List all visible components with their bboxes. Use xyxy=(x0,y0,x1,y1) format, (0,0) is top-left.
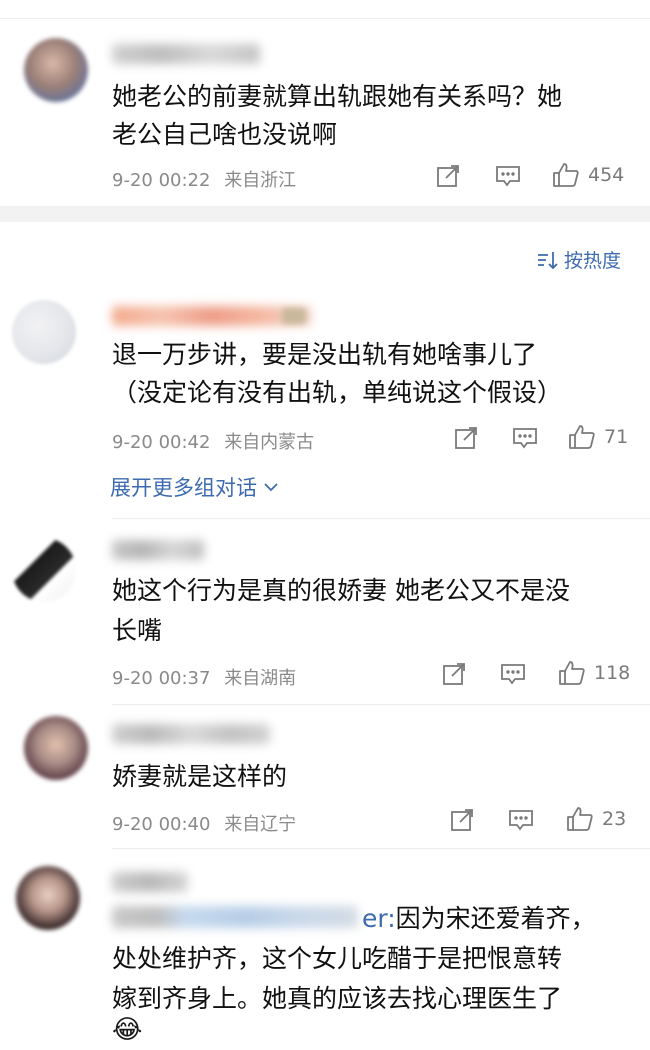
mention-blurred[interactable] xyxy=(112,906,358,928)
share-icon xyxy=(450,808,474,832)
comment-date: 9-20 00:40 xyxy=(112,814,211,835)
comment-meta: 9-20 00:37 来自湖南 xyxy=(112,664,296,690)
like-count: 23 xyxy=(602,808,627,830)
chevron-down-icon xyxy=(263,481,279,493)
avatar[interactable] xyxy=(24,38,88,102)
comment-location: 来自浙江 xyxy=(224,170,297,191)
divider xyxy=(112,848,650,849)
user-badge xyxy=(282,308,306,324)
username-blurred[interactable] xyxy=(112,872,188,892)
comment-date: 9-20 00:22 xyxy=(112,170,211,191)
like-button[interactable]: 23 xyxy=(566,806,626,832)
comment-text-line-1: er:因为宋还爱着齐， xyxy=(362,900,596,938)
like-count: 454 xyxy=(588,164,625,186)
comment-text-line-1: 退一万步讲，要是没出轨有她啥事儿了 xyxy=(112,340,538,369)
expand-label: 展开更多组对话 xyxy=(110,476,257,500)
comment-text-line-2: 长嘴 xyxy=(112,616,163,645)
comment-icon xyxy=(508,808,534,832)
comment-icon xyxy=(495,164,521,188)
reply-button[interactable] xyxy=(508,808,534,832)
thumbs-up-icon xyxy=(558,660,586,686)
share-icon xyxy=(436,164,460,188)
sort-icon xyxy=(536,249,558,271)
comment-date: 9-20 00:42 xyxy=(112,432,211,453)
laughing-emoji: 😂 xyxy=(112,1015,143,1045)
comment-text-line-1: 娇妻就是这样的 xyxy=(112,762,288,791)
comment-location: 来自湖南 xyxy=(224,668,297,689)
comment-icon xyxy=(512,426,538,450)
divider xyxy=(112,518,650,519)
comment-location: 来自辽宁 xyxy=(224,814,297,835)
top-divider xyxy=(0,18,650,19)
like-count: 118 xyxy=(594,662,631,684)
reply-button[interactable] xyxy=(495,164,521,188)
comment-meta: 9-20 00:40 来自辽宁 xyxy=(112,810,296,836)
comment-location: 来自内蒙古 xyxy=(224,432,315,453)
avatar[interactable] xyxy=(12,538,76,602)
like-button[interactable]: 71 xyxy=(568,424,628,450)
username-blurred[interactable] xyxy=(112,540,204,560)
comment-date: 9-20 00:37 xyxy=(112,668,211,689)
section-gap xyxy=(0,206,650,222)
reply-button[interactable] xyxy=(500,662,526,686)
comment-text-line-2: 处处维护齐，这个女儿吃醋于是把恨意转 xyxy=(112,944,563,973)
comment-meta: 9-20 00:22 来自浙江 xyxy=(112,166,296,192)
thumbs-up-icon xyxy=(552,162,580,188)
share-button[interactable] xyxy=(442,662,466,686)
comment-text-line-3: 嫁到齐身上。她真的应该去找心理医生了 xyxy=(112,984,563,1013)
comment-text-line-2: 老公自己啥也没说啊 xyxy=(112,120,338,149)
like-button[interactable]: 118 xyxy=(558,660,630,686)
comment-meta: 9-20 00:42 来自内蒙古 xyxy=(112,428,314,454)
share-button[interactable] xyxy=(450,808,474,832)
sort-label: 按热度 xyxy=(564,250,622,272)
avatar[interactable] xyxy=(24,716,88,780)
share-icon xyxy=(454,426,478,450)
sort-toggle[interactable]: 按热度 xyxy=(536,246,621,273)
comment-text-line-2: （没定论有没有出轨，单纯说这个假设） xyxy=(112,378,563,407)
thumbs-up-icon xyxy=(568,424,596,450)
comment-icon xyxy=(500,662,526,686)
share-button[interactable] xyxy=(454,426,478,450)
comment-text-segment: 因为宋还爱着齐， xyxy=(395,904,596,933)
username-blurred[interactable] xyxy=(112,724,270,744)
thumbs-up-icon xyxy=(566,806,594,832)
comment-text-line-1: 她这个行为是真的很娇妻 她老公又不是没 xyxy=(112,576,570,605)
like-count: 71 xyxy=(604,426,629,448)
comment-text-line-1: 她老公的前妻就算出轨跟她有关系吗？她 xyxy=(112,82,563,111)
share-button[interactable] xyxy=(436,164,460,188)
avatar[interactable] xyxy=(12,300,76,364)
divider xyxy=(112,704,650,705)
expand-conversation-link[interactable]: 展开更多组对话 xyxy=(110,472,279,502)
reply-button[interactable] xyxy=(512,426,538,450)
username-blurred[interactable] xyxy=(112,44,260,64)
mention-name[interactable]: er: xyxy=(362,904,396,933)
like-button[interactable]: 454 xyxy=(552,162,624,188)
avatar[interactable] xyxy=(16,866,80,930)
share-icon xyxy=(442,662,466,686)
